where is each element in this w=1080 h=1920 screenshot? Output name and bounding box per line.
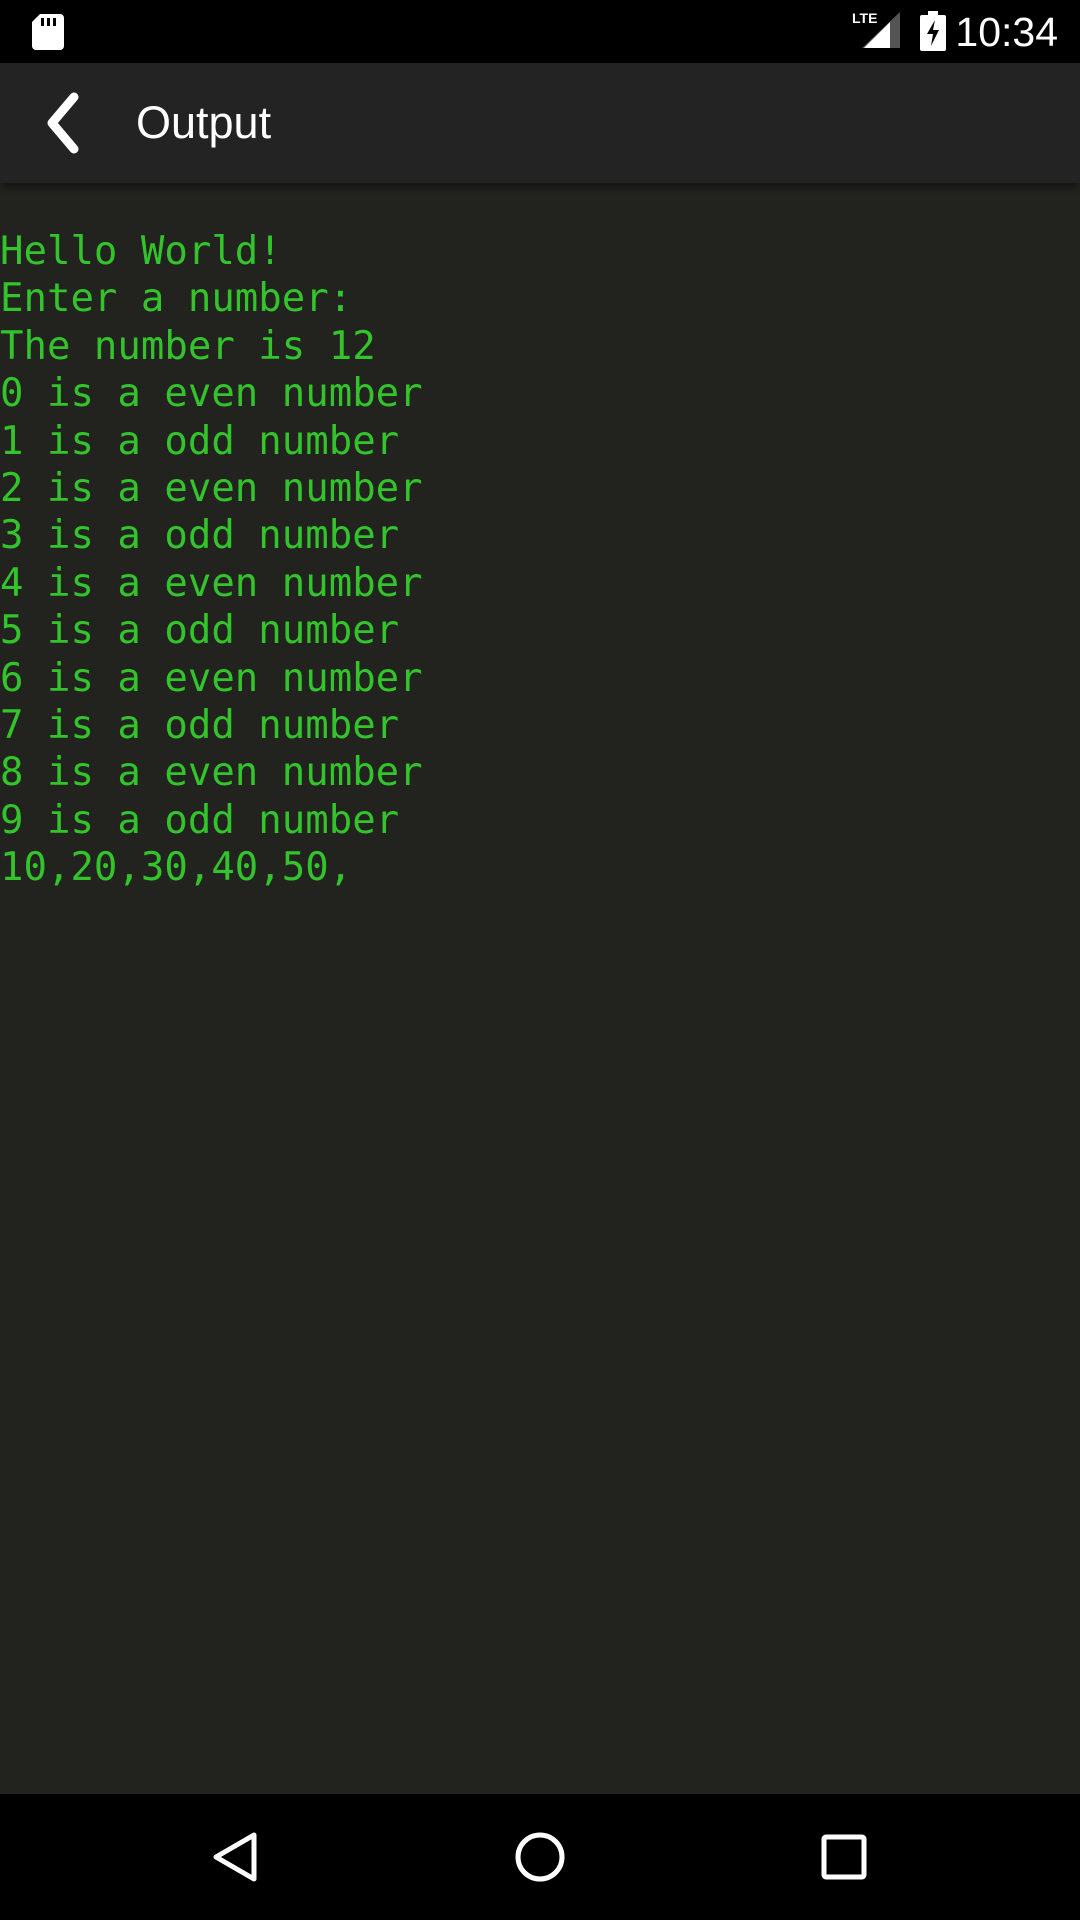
console-line: 10,20,30,40,50, [0, 845, 353, 891]
console-output: Hello World! Enter a number: The number … [0, 228, 1080, 891]
output-screen: LTE 10:34 Output Hello World! Enter a nu… [0, 0, 1080, 1920]
console-line: 1 is a odd number [0, 418, 400, 464]
console-line: Enter a number: [0, 276, 353, 322]
console-line: 2 is a even number [0, 465, 423, 511]
console-line: 7 is a odd number [0, 702, 400, 748]
back-button[interactable] [24, 83, 104, 163]
nav-recents-button[interactable] [804, 1817, 884, 1897]
status-clock: 10:34 [955, 9, 1058, 55]
console-line: 6 is a even number [0, 655, 423, 701]
console-line: 4 is a even number [0, 560, 423, 606]
console-line: 3 is a odd number [0, 513, 400, 559]
navigation-bar [0, 1794, 1080, 1920]
nav-recents-icon [821, 1834, 867, 1880]
page-title: Output [136, 97, 272, 148]
console-line: 8 is a even number [0, 750, 423, 796]
lte-signal-icon: LTE [852, 10, 900, 48]
sd-card-icon [32, 14, 64, 50]
chevron-left-icon [47, 92, 79, 154]
console-line: 9 is a odd number [0, 797, 400, 843]
network-label: LTE [852, 10, 877, 26]
console-line: 5 is a odd number [0, 608, 400, 654]
nav-home-icon [515, 1832, 565, 1882]
status-bar: LTE 10:34 [0, 0, 1080, 63]
battery-charging-icon [920, 11, 946, 51]
nav-home-button[interactable] [500, 1817, 580, 1897]
nav-back-icon [213, 1832, 257, 1882]
console-line: The number is 12 [0, 323, 376, 369]
console-line: 0 is a even number [0, 371, 423, 417]
console-line: Hello World! [0, 229, 282, 274]
app-bar: Output [0, 63, 1080, 183]
nav-back-button[interactable] [196, 1817, 276, 1897]
